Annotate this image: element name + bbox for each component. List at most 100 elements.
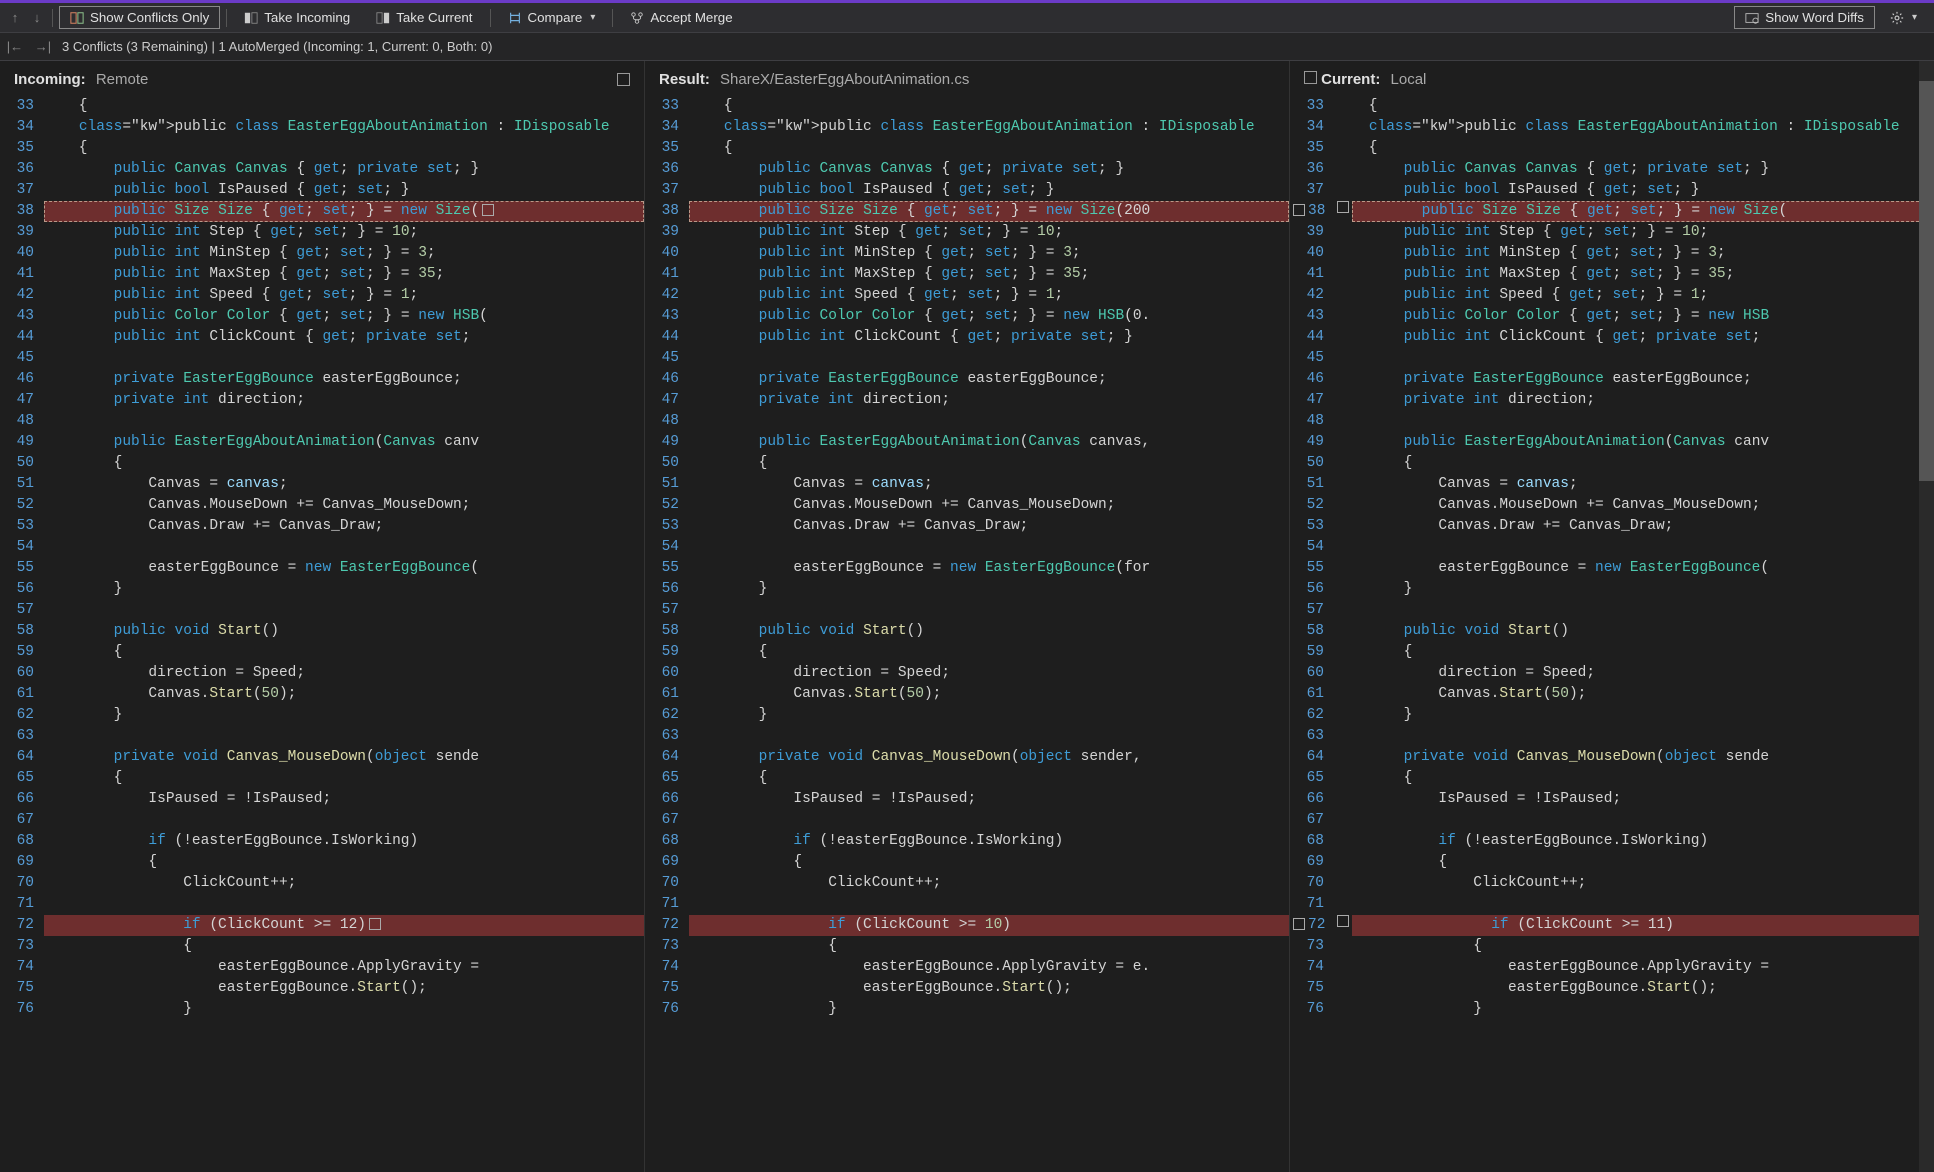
code-line[interactable]: 44 public int ClickCount { get; private …: [1290, 327, 1934, 348]
code-line[interactable]: 41 public int MaxStep { get; set; } = 35…: [0, 264, 644, 285]
code-line[interactable]: 74 easterEggBounce.ApplyGravity =: [0, 957, 644, 978]
code-line[interactable]: 71: [0, 894, 644, 915]
code-line[interactable]: 64 private void Canvas_MouseDown(object …: [645, 747, 1289, 768]
code-line[interactable]: 59 {: [0, 642, 644, 663]
code-line[interactable]: 34 class="kw">public class EasterEggAbou…: [0, 117, 644, 138]
select-all-incoming-checkbox[interactable]: [617, 73, 630, 86]
accept-incoming-line-checkbox[interactable]: [482, 204, 494, 216]
code-line[interactable]: 69 {: [0, 852, 644, 873]
accept-current-line-checkbox[interactable]: [1293, 918, 1305, 930]
first-conflict-icon[interactable]: |←: [6, 39, 24, 54]
code-line[interactable]: 37 public bool IsPaused { get; set; }: [1290, 180, 1934, 201]
code-line[interactable]: 59 {: [645, 642, 1289, 663]
accept-incoming-line-checkbox[interactable]: [369, 918, 381, 930]
code-line[interactable]: 36 public Canvas Canvas { get; private s…: [1290, 159, 1934, 180]
code-line[interactable]: 43 public Color Color { get; set; } = ne…: [0, 306, 644, 327]
code-line[interactable]: 55 easterEggBounce = new EasterEggBounce…: [645, 558, 1289, 579]
code-line[interactable]: 41 public int MaxStep { get; set; } = 35…: [645, 264, 1289, 285]
code-line[interactable]: 35 {: [645, 138, 1289, 159]
code-line[interactable]: 52 Canvas.MouseDown += Canvas_MouseDown;: [645, 495, 1289, 516]
code-line[interactable]: 54: [645, 537, 1289, 558]
code-line[interactable]: 57: [1290, 600, 1934, 621]
vertical-scrollbar[interactable]: [1919, 61, 1934, 1172]
last-conflict-icon[interactable]: →|: [34, 39, 52, 54]
code-line[interactable]: 53 Canvas.Draw += Canvas_Draw;: [1290, 516, 1934, 537]
incoming-code[interactable]: 33 {34 class="kw">public class EasterEgg…: [0, 96, 644, 1172]
code-line[interactable]: 49 public EasterEggAboutAnimation(Canvas…: [1290, 432, 1934, 453]
code-line[interactable]: 67: [0, 810, 644, 831]
code-line[interactable]: 48: [1290, 411, 1934, 432]
code-line[interactable]: 65 {: [1290, 768, 1934, 789]
code-line[interactable]: 73 {: [645, 936, 1289, 957]
code-line[interactable]: 36 public Canvas Canvas { get; private s…: [645, 159, 1289, 180]
code-line[interactable]: 62 }: [0, 705, 644, 726]
code-line[interactable]: 61 Canvas.Start(50);: [1290, 684, 1934, 705]
code-line[interactable]: 75 easterEggBounce.Start();: [645, 978, 1289, 999]
code-line[interactable]: 46 private EasterEggBounce easterEggBoun…: [1290, 369, 1934, 390]
code-line[interactable]: 52 Canvas.MouseDown += Canvas_MouseDown;: [1290, 495, 1934, 516]
code-line[interactable]: 33 {: [1290, 96, 1934, 117]
code-line[interactable]: 69 {: [645, 852, 1289, 873]
code-line[interactable]: 66 IsPaused = !IsPaused;: [645, 789, 1289, 810]
code-line[interactable]: 72 if (ClickCount >= 11): [1290, 915, 1934, 936]
code-line[interactable]: 63: [0, 726, 644, 747]
code-line[interactable]: 48: [0, 411, 644, 432]
code-line[interactable]: 57: [0, 600, 644, 621]
code-line[interactable]: 38 public Size Size { get; set; } = new …: [1290, 201, 1934, 222]
code-line[interactable]: 60 direction = Speed;: [1290, 663, 1934, 684]
code-line[interactable]: 49 public EasterEggAboutAnimation(Canvas…: [645, 432, 1289, 453]
code-line[interactable]: 34 class="kw">public class EasterEggAbou…: [1290, 117, 1934, 138]
code-line[interactable]: 75 easterEggBounce.Start();: [0, 978, 644, 999]
code-line[interactable]: 64 private void Canvas_MouseDown(object …: [1290, 747, 1934, 768]
code-line[interactable]: 42 public int Speed { get; set; } = 1;: [645, 285, 1289, 306]
code-line[interactable]: 60 direction = Speed;: [0, 663, 644, 684]
code-line[interactable]: 63: [645, 726, 1289, 747]
code-line[interactable]: 47 private int direction;: [1290, 390, 1934, 411]
code-line[interactable]: 36 public Canvas Canvas { get; private s…: [0, 159, 644, 180]
code-line[interactable]: 74 easterEggBounce.ApplyGravity = e.: [645, 957, 1289, 978]
result-code[interactable]: 33 {34 class="kw">public class EasterEgg…: [645, 96, 1289, 1172]
code-line[interactable]: 47 private int direction;: [645, 390, 1289, 411]
code-line[interactable]: 42 public int Speed { get; set; } = 1;: [0, 285, 644, 306]
code-line[interactable]: 60 direction = Speed;: [645, 663, 1289, 684]
code-line[interactable]: 55 easterEggBounce = new EasterEggBounce…: [1290, 558, 1934, 579]
code-line[interactable]: 38 public Size Size { get; set; } = new …: [645, 201, 1289, 222]
code-line[interactable]: 75 easterEggBounce.Start();: [1290, 978, 1934, 999]
settings-button[interactable]: ▾: [1879, 7, 1928, 29]
code-line[interactable]: 43 public Color Color { get; set; } = ne…: [645, 306, 1289, 327]
code-line[interactable]: 57: [645, 600, 1289, 621]
code-line[interactable]: 44 public int ClickCount { get; private …: [645, 327, 1289, 348]
code-line[interactable]: 45: [0, 348, 644, 369]
code-line[interactable]: 47 private int direction;: [0, 390, 644, 411]
code-line[interactable]: 67: [1290, 810, 1934, 831]
code-line[interactable]: 54: [1290, 537, 1934, 558]
code-line[interactable]: 44 public int ClickCount { get; private …: [0, 327, 644, 348]
code-line[interactable]: 50 {: [1290, 453, 1934, 474]
code-line[interactable]: 45: [1290, 348, 1934, 369]
code-line[interactable]: 51 Canvas = canvas;: [0, 474, 644, 495]
code-line[interactable]: 45: [645, 348, 1289, 369]
code-line[interactable]: 66 IsPaused = !IsPaused;: [0, 789, 644, 810]
code-line[interactable]: 33 {: [0, 96, 644, 117]
code-line[interactable]: 50 {: [645, 453, 1289, 474]
code-line[interactable]: 63: [1290, 726, 1934, 747]
code-line[interactable]: 40 public int MinStep { get; set; } = 3;: [1290, 243, 1934, 264]
code-line[interactable]: 61 Canvas.Start(50);: [645, 684, 1289, 705]
code-line[interactable]: 56 }: [645, 579, 1289, 600]
take-current-button[interactable]: Take Current: [365, 6, 483, 29]
code-line[interactable]: 46 private EasterEggBounce easterEggBoun…: [0, 369, 644, 390]
scroll-thumb[interactable]: [1919, 81, 1934, 481]
show-word-diffs-button[interactable]: Show Word Diffs: [1734, 6, 1875, 29]
code-line[interactable]: 72 if (ClickCount >= 12): [0, 915, 644, 936]
code-line[interactable]: 62 }: [645, 705, 1289, 726]
code-line[interactable]: 58 public void Start(): [1290, 621, 1934, 642]
next-conflict-icon[interactable]: ↓: [28, 10, 46, 25]
code-line[interactable]: 33 {: [645, 96, 1289, 117]
code-line[interactable]: 56 }: [1290, 579, 1934, 600]
code-line[interactable]: 59 {: [1290, 642, 1934, 663]
code-line[interactable]: 73 {: [0, 936, 644, 957]
take-incoming-button[interactable]: Take Incoming: [233, 6, 361, 29]
code-line[interactable]: 39 public int Step { get; set; } = 10;: [645, 222, 1289, 243]
code-line[interactable]: 40 public int MinStep { get; set; } = 3;: [0, 243, 644, 264]
code-line[interactable]: 76 }: [0, 999, 644, 1020]
